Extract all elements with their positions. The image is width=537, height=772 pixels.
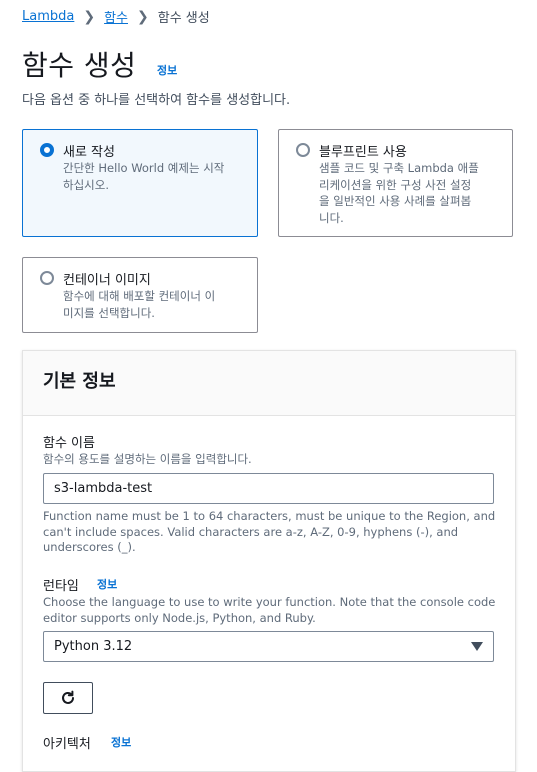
option-title: 블루프린트 사용 bbox=[319, 145, 407, 160]
chevron-right-icon: ❯ bbox=[137, 8, 149, 25]
option-title: 새로 작성 bbox=[63, 145, 115, 160]
breadcrumb-link-functions[interactable]: 함수 bbox=[104, 7, 128, 26]
option-title: 컨테이너 이미지 bbox=[63, 273, 151, 288]
refresh-icon bbox=[62, 690, 74, 704]
runtime-selected-value: Python 3.12 bbox=[54, 639, 133, 654]
runtime-info-link[interactable]: 정보 bbox=[97, 576, 117, 592]
chevron-right-icon: ❯ bbox=[83, 8, 96, 25]
architecture-info-link[interactable]: 정보 bbox=[111, 734, 131, 750]
basic-info-panel: 기본 정보 함수 이름 함수의 용도를 설명하는 이름을 입력합니다. s3-l… bbox=[22, 350, 516, 772]
breadcrumb: Lambda ❯ 함수 ❯ 함수 생성 bbox=[22, 7, 210, 27]
runtime-label: 런타임 bbox=[43, 579, 79, 594]
radio-icon[interactable] bbox=[40, 143, 54, 157]
radio-icon[interactable] bbox=[296, 143, 310, 157]
refresh-runtimes-button[interactable] bbox=[43, 682, 93, 714]
option-container-image[interactable]: 컨테이너 이미지 함수에 대해 배포할 컨테이너 이 미지를 선택합니다. bbox=[22, 257, 258, 333]
panel-header: 기본 정보 bbox=[23, 351, 515, 416]
caret-down-icon bbox=[471, 642, 483, 651]
radio-icon[interactable] bbox=[40, 271, 54, 285]
function-name-input[interactable]: s3-lambda-test bbox=[43, 473, 494, 504]
architecture-label: 아키텍처 bbox=[43, 737, 91, 752]
page-subtitle: 다음 옵션 중 하나를 선택하여 함수를 생성합니다. bbox=[22, 93, 291, 108]
runtime-select[interactable]: Python 3.12 bbox=[43, 631, 494, 662]
option-use-blueprint[interactable]: 블루프린트 사용 샘플 코드 및 구축 Lambda 애플 리케이션을 위한 구… bbox=[278, 129, 513, 237]
function-name-description: 함수의 용도를 설명하는 이름을 입력합니다. bbox=[43, 452, 252, 466]
breadcrumb-link-lambda[interactable]: Lambda bbox=[22, 9, 74, 24]
function-name-label: 함수 이름 bbox=[43, 436, 95, 451]
runtime-description: Choose the language to use to write your… bbox=[43, 595, 496, 625]
option-description: 함수에 대해 배포할 컨테이너 이 미지를 선택합니다. bbox=[63, 289, 216, 320]
function-name-constraints: Function name must be 1 to 64 characters… bbox=[43, 509, 496, 554]
panel-title: 기본 정보 bbox=[43, 371, 116, 392]
breadcrumb-current: 함수 생성 bbox=[157, 11, 210, 26]
page-title: 함수 생성 bbox=[22, 49, 137, 82]
option-description: 샘플 코드 및 구축 Lambda 애플 리케이션을 위한 구성 사전 설정 을… bbox=[319, 161, 479, 225]
option-author-from-scratch[interactable]: 새로 작성 간단한 Hello World 예제는 시작 하십시오. bbox=[22, 129, 258, 237]
page-info-link[interactable]: 정보 bbox=[157, 62, 177, 78]
option-description: 간단한 Hello World 예제는 시작 하십시오. bbox=[63, 161, 225, 192]
